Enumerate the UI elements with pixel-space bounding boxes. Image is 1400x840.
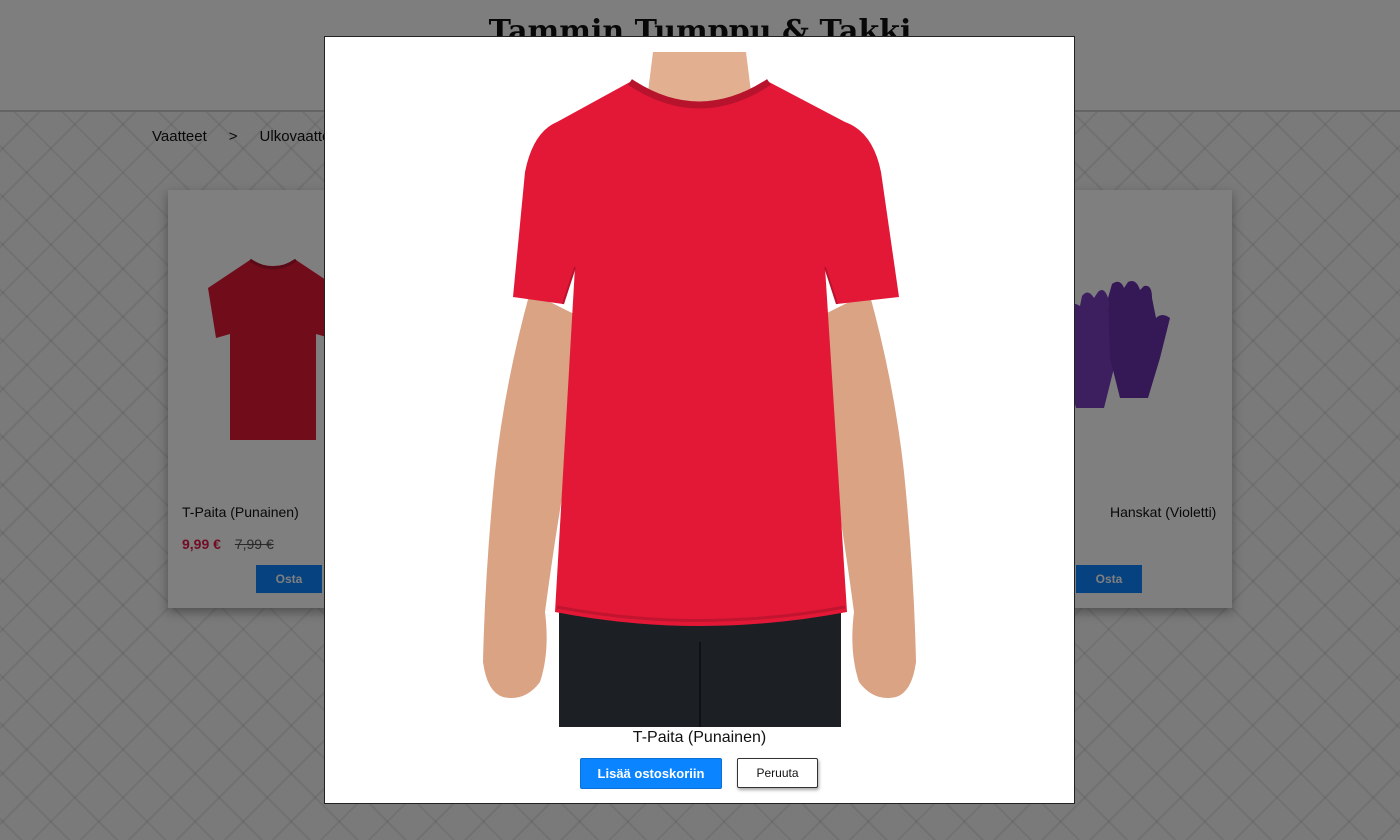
product-photo	[483, 52, 916, 727]
cancel-button[interactable]: Peruuta	[737, 758, 818, 788]
modal-caption: T-Paita (Punainen)	[632, 729, 767, 746]
add-to-cart-button[interactable]: Lisää ostoskoriin	[580, 758, 722, 789]
product-preview-modal: T-Paita (Punainen) Lisää ostoskoriin Per…	[324, 36, 1075, 804]
